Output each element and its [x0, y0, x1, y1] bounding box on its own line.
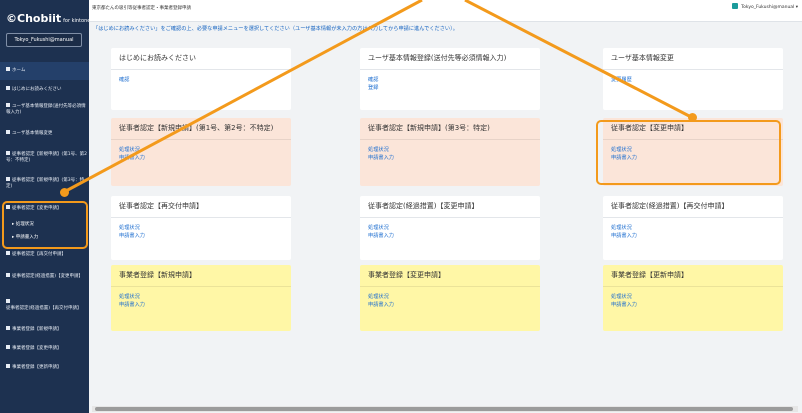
arrow-line-right: [464, 0, 694, 120]
annotation-arrows: [63, 0, 694, 194]
annotation-dot-right: [688, 113, 697, 122]
annotation-dot-left: [60, 188, 69, 197]
scrollbar-thumb[interactable]: [95, 407, 793, 411]
highlight-sidebar-change: [2, 201, 88, 249]
horizontal-scrollbar[interactable]: [92, 406, 798, 412]
arrow-line-left: [63, 0, 423, 194]
highlight-card-change: [596, 120, 781, 185]
